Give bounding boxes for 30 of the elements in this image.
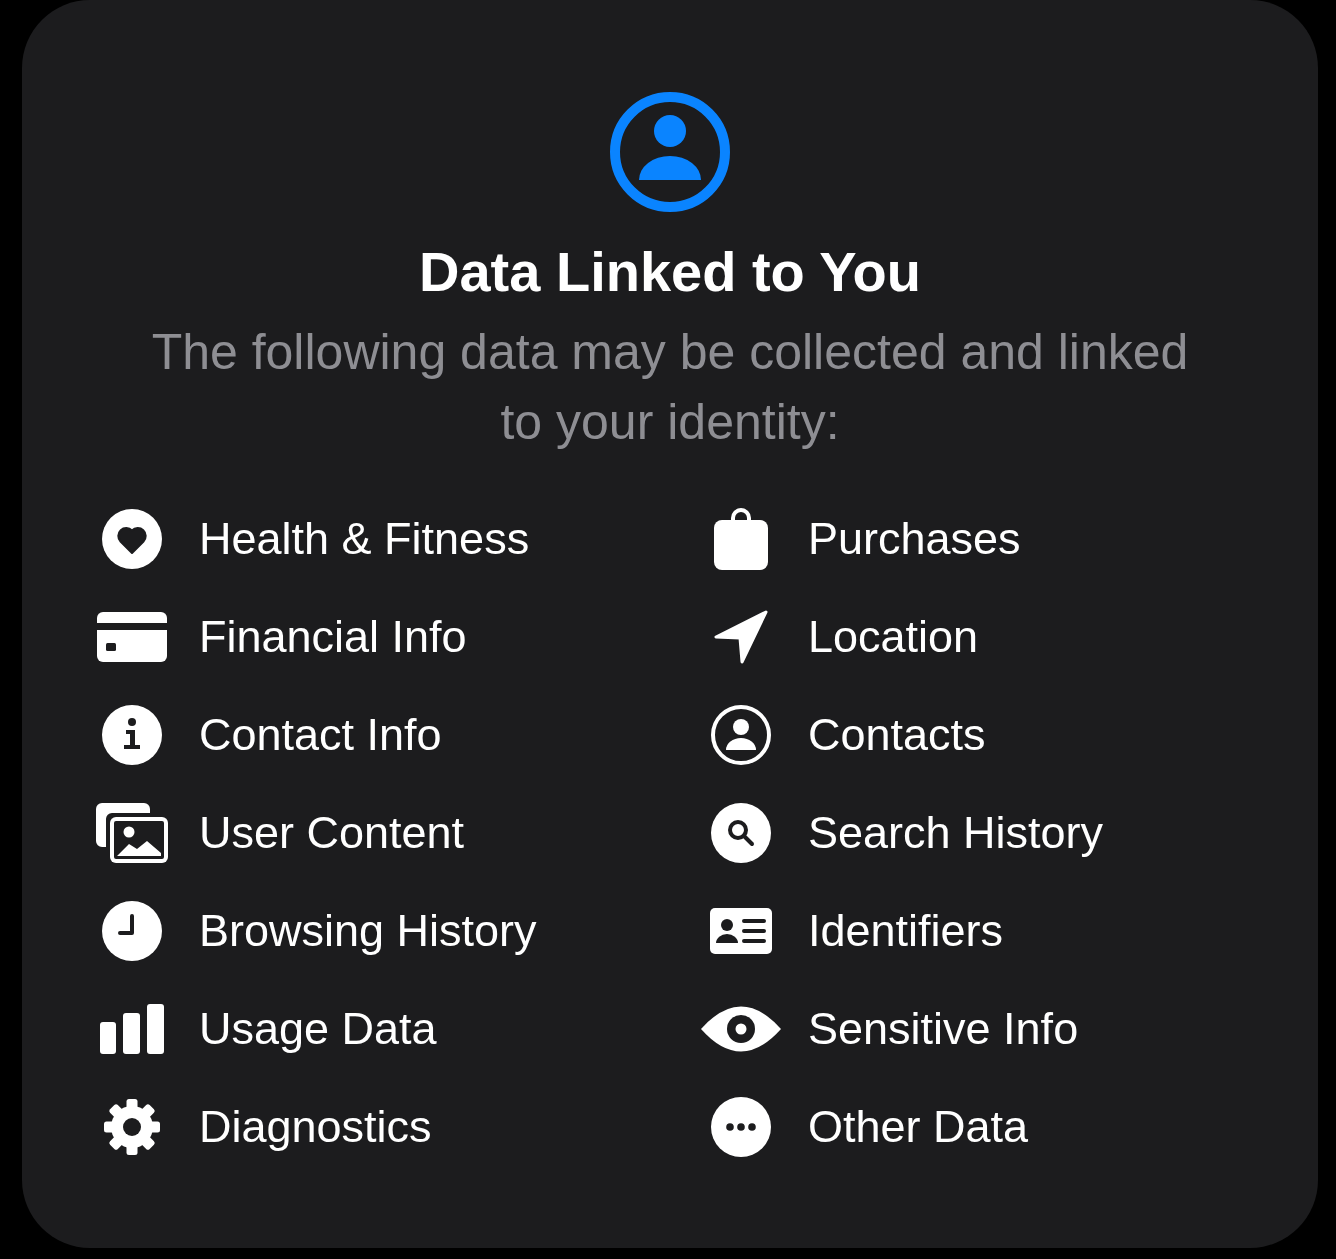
category-label: Search History bbox=[808, 806, 1104, 860]
shopping-bag-icon bbox=[714, 508, 768, 570]
bar-chart-icon bbox=[100, 1004, 164, 1054]
credit-card-icon bbox=[97, 612, 167, 662]
id-card-icon bbox=[710, 908, 772, 954]
category-label: Diagnostics bbox=[199, 1100, 432, 1154]
person-circle-icon bbox=[711, 705, 771, 765]
category-label: Sensitive Info bbox=[808, 1002, 1079, 1056]
category-label: Financial Info bbox=[199, 610, 467, 664]
eye-icon bbox=[701, 1006, 781, 1052]
category-label: Purchases bbox=[808, 512, 1021, 566]
category-label: Contacts bbox=[808, 708, 986, 762]
gear-icon bbox=[101, 1096, 163, 1158]
category-label: User Content bbox=[199, 806, 465, 860]
category-label: Browsing History bbox=[199, 904, 537, 958]
category-label: Identifiers bbox=[808, 904, 1004, 958]
photos-icon bbox=[96, 803, 168, 863]
more-icon bbox=[711, 1097, 771, 1157]
search-icon bbox=[711, 803, 771, 863]
category-label: Usage Data bbox=[199, 1002, 437, 1056]
section-title: Data Linked to You bbox=[419, 240, 921, 304]
person-circle-icon bbox=[610, 92, 730, 212]
location-arrow-icon bbox=[713, 609, 769, 665]
category-label: Contact Info bbox=[199, 708, 442, 762]
category-label: Health & Fitness bbox=[199, 512, 530, 566]
section-description: The following data may be collected and linked to your identity: bbox=[150, 323, 1190, 452]
clock-icon bbox=[102, 901, 162, 961]
category-label: Location bbox=[808, 610, 979, 664]
info-icon bbox=[102, 705, 162, 765]
category-label: Other Data bbox=[808, 1100, 1029, 1154]
